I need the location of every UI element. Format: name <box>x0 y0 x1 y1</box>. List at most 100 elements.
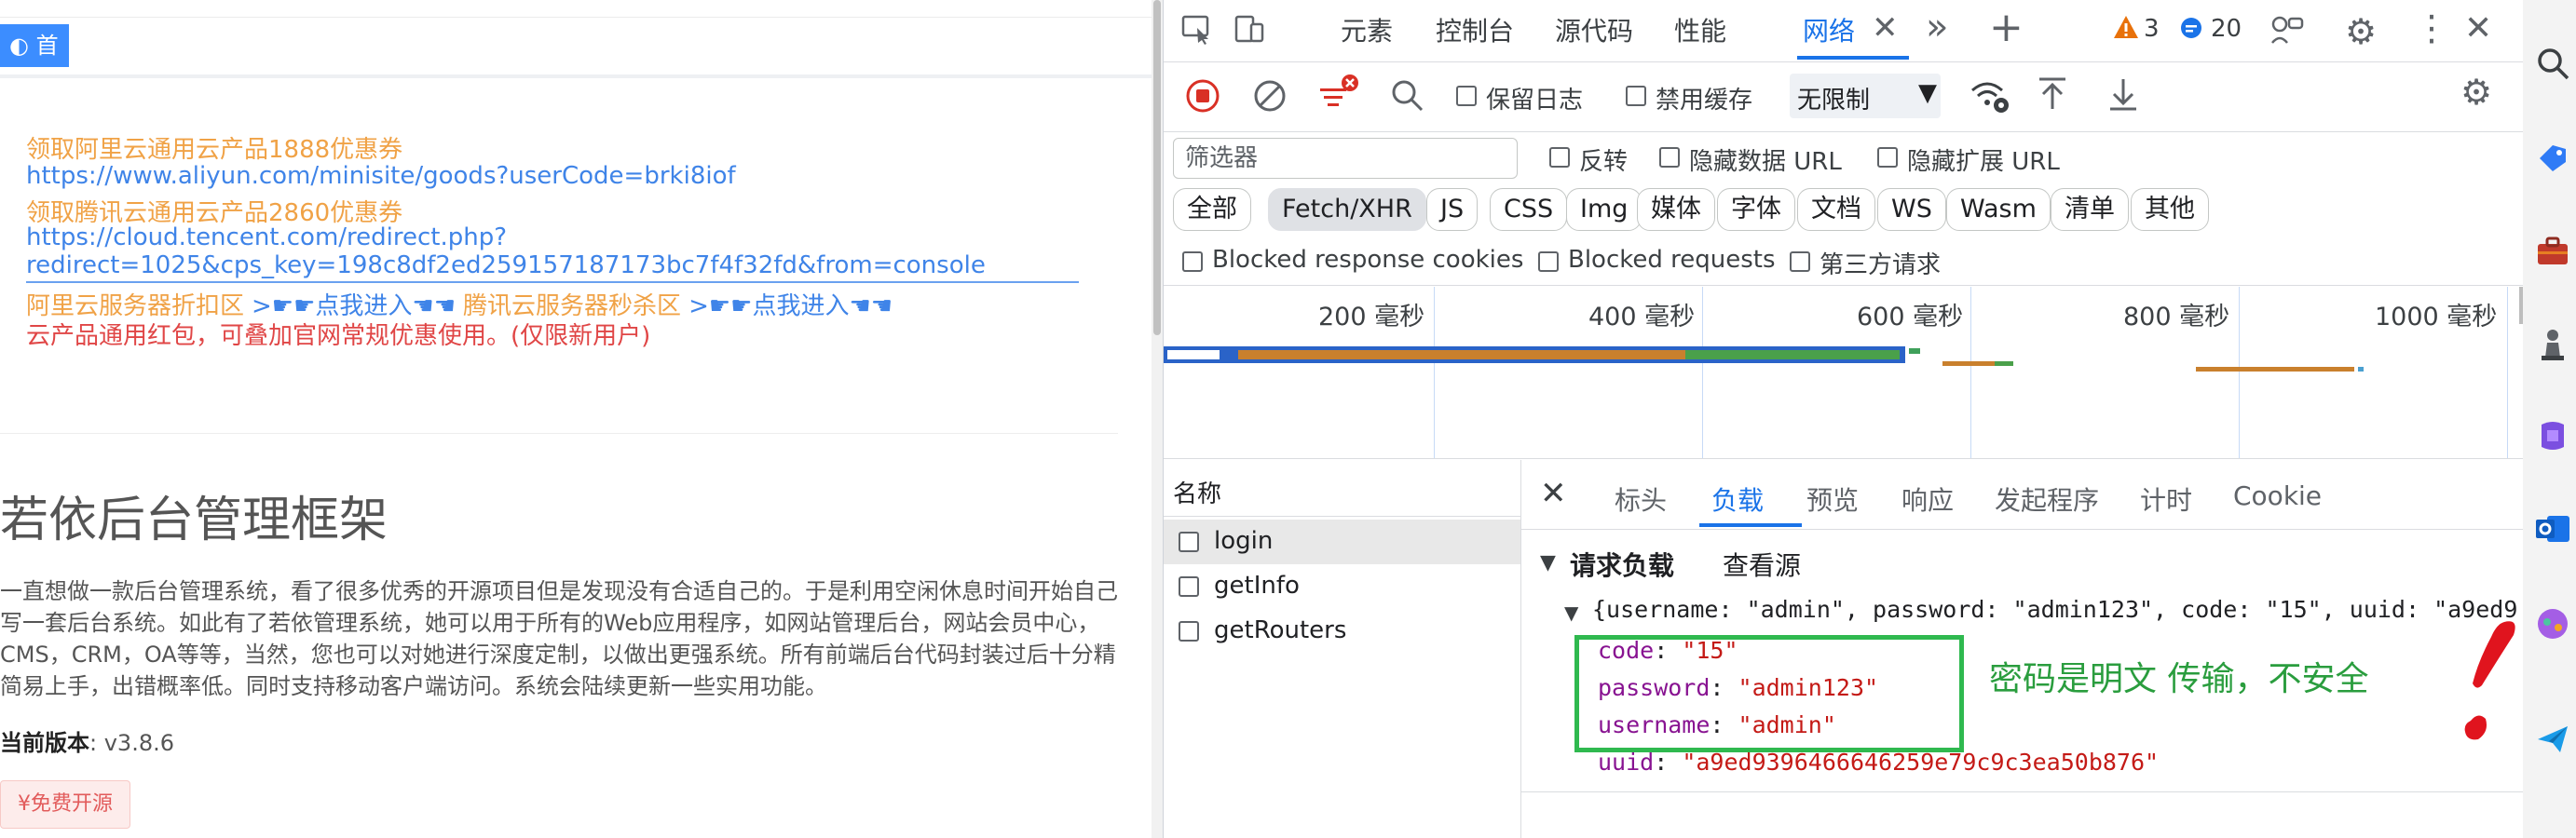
customize-icon[interactable] <box>2269 11 2306 52</box>
request-name-getinfo[interactable]: getInfo <box>1214 572 1300 600</box>
type-fetch-xhr-button[interactable]: Fetch/XHR <box>1268 188 1426 231</box>
active-detail-tab-indicator <box>1699 523 1802 527</box>
view-source-link[interactable]: 查看源 <box>1723 546 1801 583</box>
blocked-requests-checkbox[interactable] <box>1538 251 1559 272</box>
type-img-button[interactable]: Img <box>1566 188 1642 231</box>
close-tab-icon[interactable]: ✕ <box>1872 9 1899 47</box>
type-js-button[interactable]: JS <box>1426 188 1479 231</box>
device-toolbar-icon[interactable] <box>1233 13 1268 50</box>
tab-performance[interactable]: 性能 <box>1674 11 1726 48</box>
page-scroll-thumb[interactable] <box>1153 0 1161 335</box>
settings-gear-icon[interactable]: ⚙ <box>2345 11 2377 52</box>
preserve-log-checkbox[interactable] <box>1456 86 1477 106</box>
add-tab-icon[interactable]: + <box>1989 4 2024 51</box>
expand-triangle-icon[interactable]: ▼ <box>1564 601 1578 624</box>
tab-headers[interactable]: 标头 <box>1615 480 1667 518</box>
blocked-cookies-checkbox[interactable] <box>1182 251 1203 272</box>
send-icon[interactable] <box>2534 721 2571 758</box>
tab-payload[interactable]: 负载 <box>1711 480 1764 518</box>
promo-enter-link-2[interactable]: >☛☛点我进入☚☚ <box>688 292 893 320</box>
more-tabs-icon[interactable]: » <box>1926 6 1948 48</box>
payload-section-title: 请求负载 <box>1570 550 1675 581</box>
network-conditions-icon[interactable] <box>1969 75 2011 120</box>
promo-link-underline <box>26 281 1079 283</box>
type-ws-button[interactable]: WS <box>1877 188 1946 231</box>
search-icon[interactable] <box>1389 77 1426 118</box>
toolbox-icon[interactable] <box>2534 233 2571 270</box>
timeline-bar-getinfo <box>1942 361 1995 366</box>
tab-response[interactable]: 响应 <box>1901 480 1954 518</box>
timeline-label-400ms: 400 毫秒 <box>1588 303 1696 331</box>
throttle-value: 无限制 <box>1797 87 1871 115</box>
clear-icon[interactable] <box>1251 77 1288 118</box>
type-wasm-button[interactable]: Wasm <box>1946 188 2051 231</box>
network-settings-gear-icon[interactable]: ⚙ <box>2460 72 2492 113</box>
page-title: 若依后台管理框架 <box>0 493 388 548</box>
type-font-button[interactable]: 字体 <box>1717 188 1795 231</box>
request-checkbox[interactable] <box>1179 621 1199 642</box>
import-har-icon[interactable] <box>2034 74 2071 118</box>
filter-toggle-icon[interactable] <box>1315 74 1361 118</box>
third-party-checkbox[interactable] <box>1790 251 1810 272</box>
version-label: 当前版本 <box>0 730 89 756</box>
request-name-getrouters[interactable]: getRouters <box>1214 616 1346 644</box>
tab-timing[interactable]: 计时 <box>2140 480 2192 518</box>
more-options-icon[interactable]: ⋮ <box>2414 7 2449 48</box>
tag-icon[interactable] <box>2534 140 2571 177</box>
payload-field-uuid: uuid: "a9ed9396466646259e79c9c3ea50b876" <box>1598 749 2160 776</box>
request-checkbox[interactable] <box>1179 576 1199 597</box>
timeline-gridline <box>1970 287 1971 458</box>
type-manifest-button[interactable]: 清单 <box>2051 188 2129 231</box>
chevron-down-icon[interactable]: ▼ <box>1918 79 1937 107</box>
promo-aliyun-link[interactable]: https://www.aliyun.com/minisite/goods?us… <box>26 162 736 190</box>
warning-count: 3 <box>2144 15 2160 43</box>
hide-ext-url-label: 隐藏扩展 URL <box>1907 148 2060 176</box>
collapse-triangle-icon[interactable]: ▼ <box>1540 551 1556 574</box>
tab-initiator[interactable]: 发起程序 <box>1995 480 2099 518</box>
close-devtools-icon[interactable]: ✕ <box>2464 9 2492 47</box>
hide-data-url-checkbox[interactable] <box>1659 147 1680 168</box>
header-divider <box>0 17 1152 18</box>
timeline-bar-getinfo-recv <box>1995 361 2013 366</box>
disable-cache-checkbox[interactable] <box>1626 86 1646 106</box>
request-checkbox[interactable] <box>1179 532 1199 552</box>
tab-console[interactable]: 控制台 <box>1436 11 1514 48</box>
copilot-icon[interactable] <box>2534 417 2571 454</box>
page-description: 一直想做一款后台管理系统，看了很多优秀的开源项目但是发现没有合适自己的。于是利用… <box>0 578 1118 699</box>
promo-aliyun-coupon: 领取阿里云通用云产品1888优惠券 <box>26 136 403 164</box>
tab-elements[interactable]: 元素 <box>1341 11 1393 48</box>
type-other-button[interactable]: 其他 <box>2131 188 2209 231</box>
request-name-login[interactable]: login <box>1214 527 1273 555</box>
type-doc-button[interactable]: 文档 <box>1797 188 1875 231</box>
tab-sources[interactable]: 源代码 <box>1555 11 1633 48</box>
type-css-button[interactable]: CSS <box>1490 188 1568 231</box>
hide-ext-url-checkbox[interactable] <box>1877 147 1898 168</box>
tab-network[interactable]: 网络 <box>1803 11 1855 48</box>
invert-label: 反转 <box>1579 148 1629 176</box>
invert-checkbox[interactable] <box>1549 147 1570 168</box>
version-info: 当前版本: v3.8.6 <box>0 724 174 757</box>
search-icon[interactable] <box>2534 45 2571 82</box>
payload-summary: {username: "admin", password: "admin123"… <box>1592 596 2518 623</box>
warning-icon[interactable] <box>2112 13 2140 45</box>
close-detail-icon[interactable]: ✕ <box>1540 475 1567 512</box>
promo-tencent-link-part1[interactable]: https://cloud.tencent.com/redirect.php? <box>26 223 507 251</box>
free-open-source-button[interactable]: ¥免费开源 <box>0 780 130 829</box>
timeline-bar-getrouters-recv <box>2358 367 2364 372</box>
tab-preview[interactable]: 预览 <box>1806 480 1859 518</box>
blocked-requests-label: Blocked requests <box>1568 246 1776 274</box>
chess-piece-icon[interactable] <box>2534 326 2571 363</box>
message-count: 20 <box>2211 15 2242 43</box>
stop-recording-icon[interactable] <box>1184 77 1221 118</box>
filter-input[interactable]: 筛选器 <box>1173 138 1518 179</box>
export-har-icon[interactable] <box>2105 74 2142 118</box>
home-tab[interactable]: ◐ 首页 <box>0 24 69 101</box>
promo-tencent-link-part2[interactable]: redirect=1025&cps_key=198c8df2ed25915718… <box>26 251 986 279</box>
inspect-element-icon[interactable] <box>1180 13 1216 50</box>
outlook-icon[interactable] <box>2534 510 2571 547</box>
message-icon[interactable] <box>2179 17 2203 45</box>
tab-cookie[interactable]: Cookie <box>2233 480 2322 511</box>
type-media-button[interactable]: 媒体 <box>1637 188 1715 231</box>
type-all-button[interactable]: 全部 <box>1173 188 1251 231</box>
games-icon[interactable] <box>2534 605 2571 642</box>
